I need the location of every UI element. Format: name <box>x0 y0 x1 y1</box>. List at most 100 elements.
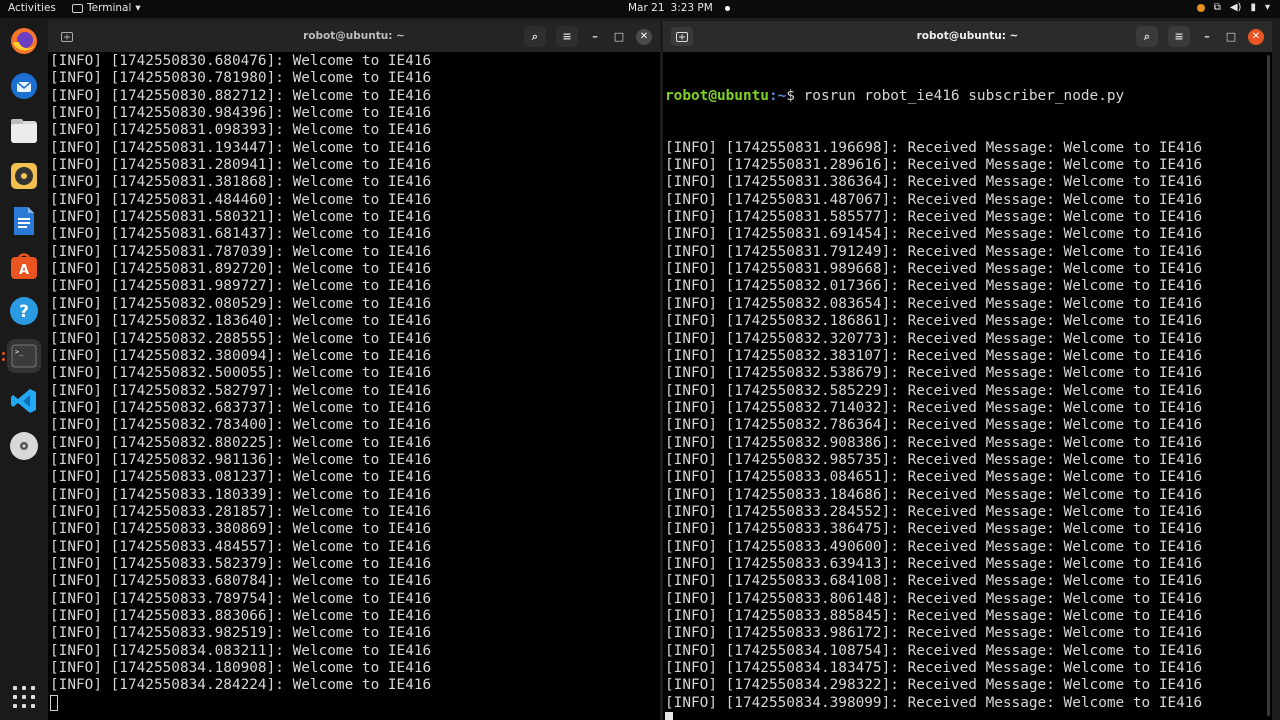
log-line: [INFO] [1742550831.280941]: Welcome to I… <box>50 157 432 174</box>
system-tray[interactable]: ⧉ ◀) ▮ ▾ <box>1196 2 1270 13</box>
log-line: [INFO] [1742550832.582797]: Welcome to I… <box>50 382 432 399</box>
log-line: [INFO] [1742550833.680784]: Welcome to I… <box>50 573 432 590</box>
update-indicator-icon[interactable] <box>1196 3 1205 12</box>
log-line: [INFO] [1742550833.684108]: Received Mes… <box>665 573 1203 590</box>
log-line: [INFO] [1742550833.885845]: Received Mes… <box>665 608 1203 624</box>
log-line: [INFO] [1742550833.982519]: Welcome to I… <box>50 625 432 642</box>
log-line: [INFO] [1742550831.787039]: Welcome to I… <box>50 243 432 260</box>
network-icon: ⧉ <box>1213 2 1221 13</box>
log-line: [INFO] [1742550834.083211]: Welcome to I… <box>50 642 432 659</box>
search-icon[interactable]: ⌕ <box>524 26 546 47</box>
terminal-window-right[interactable]: robot@ubuntu: ~ ⌕ ≡ – □ ✕ robot@ubuntu:~… <box>663 21 1272 720</box>
log-line: [INFO] [1742550833.490600]: Received Mes… <box>665 538 1203 555</box>
scrollbar[interactable] <box>1267 55 1270 716</box>
log-line: [INFO] [1742550832.017366]: Received Mes… <box>665 278 1203 295</box>
close-icon[interactable]: ✕ <box>1248 28 1264 45</box>
volume-icon: ◀) <box>1229 2 1242 13</box>
svg-text:?: ? <box>19 302 29 322</box>
log-line: [INFO] [1742550833.582379]: Welcome to I… <box>50 555 432 572</box>
svg-text:>_: >_ <box>15 348 24 356</box>
log-line: [INFO] [1742550831.484460]: Welcome to I… <box>50 191 432 208</box>
log-line: [INFO] [1742550832.083654]: Received Mes… <box>665 295 1203 312</box>
title-bar[interactable]: robot@ubuntu: ~ ⌕ ≡ – □ ✕ <box>663 21 1272 52</box>
prompt-symbol: $ <box>786 87 804 104</box>
rhythmbox-icon[interactable] <box>7 159 41 193</box>
log-line: [INFO] [1742550833.639413]: Received Mes… <box>665 555 1203 572</box>
log-line: [INFO] [1742550830.680476]: Welcome to I… <box>50 53 432 69</box>
files-icon[interactable] <box>7 114 41 148</box>
svg-text:A: A <box>19 263 29 278</box>
activities-button[interactable]: Activities <box>8 2 56 14</box>
log-line: [INFO] [1742550833.084651]: Received Mes… <box>665 469 1203 486</box>
writer-icon[interactable] <box>7 204 41 238</box>
log-line: [INFO] [1742550831.681437]: Welcome to I… <box>50 226 432 243</box>
cursor-line <box>665 712 1272 720</box>
log-line: [INFO] [1742550833.883066]: Welcome to I… <box>50 608 432 624</box>
disc-icon[interactable] <box>7 429 41 463</box>
clock[interactable]: Mar 21 3:23 PM <box>628 2 730 14</box>
firefox-icon[interactable] <box>7 24 41 58</box>
log-line: [INFO] [1742550832.500055]: Welcome to I… <box>50 365 432 382</box>
hamburger-menu-icon[interactable]: ≡ <box>556 26 578 47</box>
log-line: [INFO] [1742550833.986172]: Received Mes… <box>665 625 1203 642</box>
maximize-icon[interactable]: □ <box>1224 26 1238 47</box>
log-line: [INFO] [1742550832.985735]: Received Mes… <box>665 451 1203 468</box>
log-line: [INFO] [1742550832.585229]: Received Mes… <box>665 382 1203 399</box>
log-line: [INFO] [1742550831.386364]: Received Mes… <box>665 174 1203 191</box>
active-indicator-icon <box>2 352 5 355</box>
show-applications-icon[interactable] <box>13 686 35 708</box>
log-line: [INFO] [1742550832.714032]: Received Mes… <box>665 399 1203 416</box>
app-menu-label: Terminal <box>87 2 132 14</box>
log-line: [INFO] [1742550833.081237]: Welcome to I… <box>50 469 432 486</box>
log-line: [INFO] [1742550831.585577]: Received Mes… <box>665 209 1203 226</box>
terminal-output[interactable]: [INFO] [1742550830.680476]: Welcome to I… <box>48 52 660 720</box>
log-line: [INFO] [1742550832.908386]: Received Mes… <box>665 434 1203 451</box>
terminal-icon[interactable]: >_ <box>7 339 41 373</box>
search-icon[interactable]: ⌕ <box>1136 26 1158 47</box>
terminal-window-left[interactable]: robot@ubuntu: ~ ⌕ ≡ – □ ✕ [INFO] [174255… <box>48 21 660 720</box>
title-bar[interactable]: robot@ubuntu: ~ ⌕ ≡ – □ ✕ <box>48 21 660 52</box>
minimize-icon[interactable]: – <box>588 26 602 47</box>
log-line: [INFO] [1742550832.320773]: Received Mes… <box>665 330 1203 347</box>
log-line: [INFO] [1742550832.783400]: Welcome to I… <box>50 417 432 434</box>
log-line: [INFO] [1742550832.080529]: Welcome to I… <box>50 295 432 312</box>
active-indicator-icon <box>2 358 5 361</box>
minimize-icon[interactable]: – <box>1200 26 1214 47</box>
close-icon[interactable]: ✕ <box>636 28 652 45</box>
terminal-output[interactable]: robot@ubuntu:~$ rosrun robot_ie416 subsc… <box>663 52 1272 720</box>
log-line: [INFO] [1742550834.298322]: Received Mes… <box>665 677 1203 694</box>
log-line: [INFO] [1742550834.398099]: Received Mes… <box>665 694 1203 711</box>
text-cursor <box>665 712 673 720</box>
log-line: [INFO] [1742550831.193447]: Welcome to I… <box>50 139 432 156</box>
log-line: [INFO] [1742550833.184686]: Received Mes… <box>665 486 1203 503</box>
log-line: [INFO] [1742550831.289616]: Received Mes… <box>665 157 1203 174</box>
app-menu[interactable]: Terminal ▾ <box>72 2 141 14</box>
help-icon[interactable]: ? <box>7 294 41 328</box>
log-line: [INFO] [1742550831.098393]: Welcome to I… <box>50 122 432 139</box>
log-line: [INFO] [1742550834.180908]: Welcome to I… <box>50 660 432 677</box>
log-line: [INFO] [1742550834.284224]: Welcome to I… <box>50 677 432 694</box>
log-line: [INFO] [1742550832.383107]: Received Mes… <box>665 347 1203 364</box>
app-center-icon[interactable]: A <box>7 249 41 283</box>
vscode-icon[interactable] <box>7 384 41 418</box>
terminal-icon <box>72 3 83 13</box>
log-line: [INFO] [1742550831.691454]: Received Mes… <box>665 226 1203 243</box>
log-line: [INFO] [1742550834.183475]: Received Mes… <box>665 660 1203 677</box>
log-line: [INFO] [1742550833.284552]: Received Mes… <box>665 503 1203 520</box>
hamburger-menu-icon[interactable]: ≡ <box>1168 26 1190 47</box>
thunderbird-icon[interactable] <box>7 69 41 103</box>
log-line: [INFO] [1742550833.386475]: Received Mes… <box>665 521 1203 538</box>
log-line: [INFO] [1742550832.786364]: Received Mes… <box>665 417 1203 434</box>
log-line: [INFO] [1742550834.108754]: Received Mes… <box>665 642 1203 659</box>
maximize-icon[interactable]: □ <box>612 26 626 47</box>
log-line: [INFO] [1742550833.789754]: Welcome to I… <box>50 590 432 607</box>
log-line: [INFO] [1742550831.580321]: Welcome to I… <box>50 209 432 226</box>
log-line: [INFO] [1742550831.989727]: Welcome to I… <box>50 278 432 295</box>
log-line: [INFO] [1742550833.180339]: Welcome to I… <box>50 486 432 503</box>
log-line: [INFO] [1742550832.186861]: Received Mes… <box>665 313 1203 330</box>
log-line: [INFO] [1742550832.183640]: Welcome to I… <box>50 313 432 330</box>
log-line: [INFO] [1742550831.892720]: Welcome to I… <box>50 261 432 278</box>
log-line: [INFO] [1742550832.683737]: Welcome to I… <box>50 399 432 416</box>
prompt-line: robot@ubuntu:~$ rosrun robot_ie416 subsc… <box>665 88 1272 105</box>
log-line: [INFO] [1742550831.196698]: Received Mes… <box>665 139 1203 156</box>
